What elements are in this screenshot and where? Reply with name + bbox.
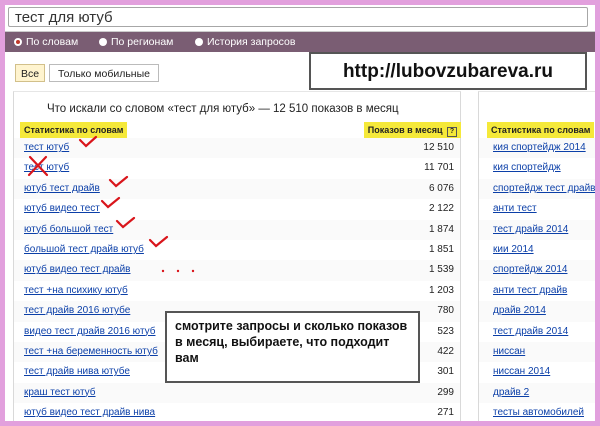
list-item: тест драйв 2014 — [479, 322, 595, 342]
keyword-link[interactable]: тест ютуб — [24, 162, 69, 173]
impressions-count: 6 076 — [428, 182, 454, 194]
list-item: тест драйв 2014 — [479, 219, 595, 240]
tab-history[interactable]: История запросов — [195, 34, 295, 50]
keyword-link[interactable]: тесты автомобилей — [493, 407, 584, 418]
keyword-link[interactable]: ютуб видео тест — [24, 203, 100, 214]
keyword-link[interactable]: краш тест ютуб — [24, 387, 96, 398]
keyword-link[interactable]: ютуб видео тест драйв — [24, 264, 130, 275]
keyword-link[interactable]: кия спортейдж 2014 — [493, 142, 586, 153]
impressions-count: 2 122 — [428, 203, 454, 215]
list-item: кии 2014 — [479, 240, 595, 260]
keyword-link[interactable]: большой тест драйв ютуб — [24, 244, 144, 255]
keyword-link[interactable]: кия спортейдж — [493, 162, 561, 173]
column-header-count: Показов в месяц ? — [363, 122, 461, 138]
list-item: спортейдж 2014 — [479, 260, 595, 281]
filter-all-button[interactable]: Все — [15, 64, 45, 82]
keyword-link[interactable]: анти тест драйв — [493, 285, 567, 296]
impressions-count: 422 — [437, 345, 454, 357]
impressions-count: 780 — [437, 305, 454, 317]
keyword-link[interactable]: драйв 2014 — [493, 305, 546, 316]
impressions-count: 11 701 — [424, 162, 454, 174]
keyword-link[interactable]: ютуб тест драйв — [24, 183, 100, 194]
related-stats-panel: Статистика по словам кия спортейдж 2014 … — [478, 91, 595, 421]
list-item: ниссан — [479, 341, 595, 363]
radio-off-icon — [99, 38, 107, 46]
app-window: тест для ютуб По словам По регионам Исто… — [5, 5, 595, 421]
table-row: тест ютуб 11 701 — [14, 158, 460, 178]
impressions-count: 12 510 — [423, 142, 454, 153]
keyword-link[interactable]: тест +на психику ютуб — [24, 285, 128, 296]
tab-label: По регионам — [111, 36, 174, 48]
list-item: драйв 2014 — [479, 301, 595, 322]
keyword-link[interactable]: тест драйв 2014 — [493, 224, 568, 235]
table-row: ютуб большой тест 1 874 — [14, 219, 460, 240]
keyword-link[interactable]: тест +на беременность ютуб — [24, 346, 158, 357]
keyword-link[interactable]: ниссан 2014 — [493, 366, 550, 377]
impressions-count: 1 851 — [428, 243, 454, 255]
list-item: тесты автомобилей — [479, 403, 595, 421]
table-row: тест ютуб 12 510 — [14, 138, 460, 159]
keyword-link[interactable]: ниссан — [493, 346, 525, 357]
table-row: большой тест драйв ютуб 1 851 — [14, 240, 460, 260]
search-bar: тест для ютуб — [5, 5, 595, 32]
table-row: краш тест ютуб 299 — [14, 382, 460, 404]
column-header-words: Статистика по словам — [487, 122, 595, 138]
tab-by-words[interactable]: По словам — [14, 34, 78, 50]
keyword-link[interactable]: тест драйв 2016 ютубе — [24, 305, 130, 316]
keyword-link[interactable]: тест драйв 2014 — [493, 326, 568, 337]
summary-text: Что искали со словом «тест для ютуб» — 1… — [47, 103, 399, 115]
radio-off-icon — [195, 38, 203, 46]
help-icon[interactable]: ? — [447, 127, 457, 137]
mode-tabs: По словам По регионам История запросов — [5, 32, 595, 52]
impressions-count: 523 — [437, 325, 454, 337]
annotation-note: смотрите запросы и сколько показов в мес… — [165, 311, 420, 383]
impressions-count: 1 874 — [428, 223, 454, 235]
search-input[interactable]: тест для ютуб — [8, 7, 588, 27]
list-item: анти тест — [479, 199, 595, 219]
list-item: кия спортейдж 2014 — [479, 138, 595, 159]
column-header-count-label: Показов в месяц — [367, 125, 443, 135]
keyword-link[interactable]: видео тест драйв 2016 ютуб — [24, 326, 156, 337]
keyword-link[interactable]: ютуб большой тест — [24, 224, 113, 235]
impressions-count: 1 539 — [428, 264, 454, 276]
column-header-words: Статистика по словам — [20, 122, 128, 138]
impressions-count: 301 — [437, 366, 454, 378]
table-row: ютуб видео тест 2 122 — [14, 199, 460, 219]
table-row: тест +на психику ютуб 1 203 — [14, 281, 460, 301]
impressions-count: 271 — [437, 407, 454, 419]
keyword-link[interactable]: кии 2014 — [493, 244, 534, 255]
list-item: драйв 2 — [479, 382, 595, 404]
keyword-link[interactable]: драйв 2 — [493, 387, 529, 398]
list-item: анти тест драйв — [479, 281, 595, 301]
radio-on-icon — [14, 38, 22, 46]
table-row: ютуб видео тест драйв 1 539 — [14, 260, 460, 281]
table-row: ютуб тест драйв 6 076 — [14, 178, 460, 200]
keyword-link[interactable]: спортейдж 2014 — [493, 264, 567, 275]
keyword-link[interactable]: ютуб видео тест драйв нива — [24, 407, 155, 418]
keyword-link[interactable]: спортейдж тест драйв — [493, 183, 595, 194]
tab-by-regions[interactable]: По регионам — [99, 34, 173, 50]
tab-label: По словам — [26, 36, 79, 48]
related-keyword-list: кия спортейдж 2014 кия спортейдж спортей… — [479, 138, 595, 421]
impressions-count: 1 203 — [428, 284, 454, 296]
table-row: ютуб видео тест драйв нива 271 — [14, 403, 460, 421]
impressions-count: 299 — [437, 386, 454, 398]
keyword-link[interactable]: анти тест — [493, 203, 537, 214]
filter-mobile-button[interactable]: Только мобильные — [49, 64, 159, 82]
keyword-link[interactable]: тест драйв нива ютубе — [24, 366, 130, 377]
keyword-link[interactable]: тест ютуб — [24, 142, 69, 153]
list-item: кия спортейдж — [479, 158, 595, 178]
site-url-overlay: http://lubovzubareva.ru — [309, 52, 587, 90]
list-item: спортейдж тест драйв — [479, 178, 595, 200]
tab-label: История запросов — [207, 36, 296, 48]
list-item: ниссан 2014 — [479, 362, 595, 382]
